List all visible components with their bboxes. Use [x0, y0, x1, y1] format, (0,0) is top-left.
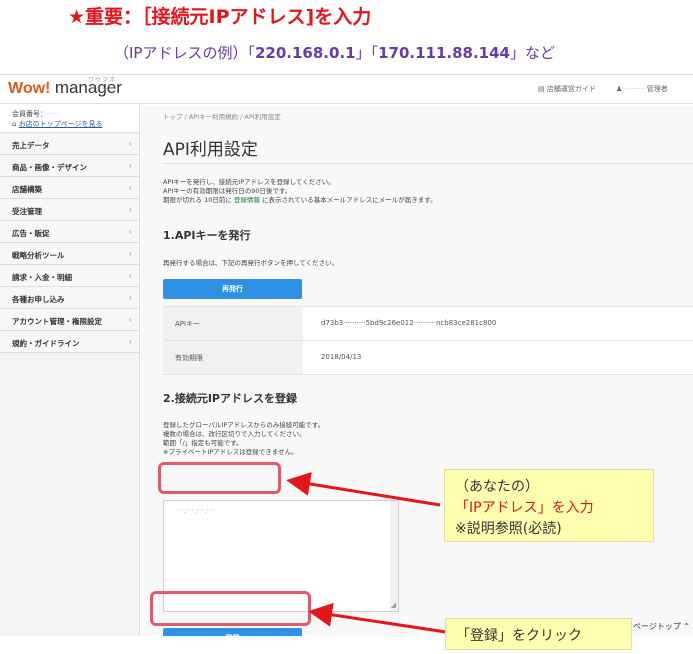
annotation-arrows: [286, 472, 447, 634]
ip-input-callout: （あなたの） 「IPアドレス」を入力 ※説明参照(必読): [444, 469, 654, 542]
callout-click-text: 「登録」をクリック: [456, 628, 582, 644]
arrow-to-ip-input: [286, 472, 441, 507]
arrow-to-register: [308, 602, 447, 634]
callout-line-1: （あなたの）: [455, 479, 539, 495]
callout-line-3: ※説明参照(必読): [455, 521, 562, 537]
register-callout: 「登録」をクリック: [445, 618, 632, 650]
callout-line-2: 「IPアドレス」を入力: [455, 500, 594, 516]
